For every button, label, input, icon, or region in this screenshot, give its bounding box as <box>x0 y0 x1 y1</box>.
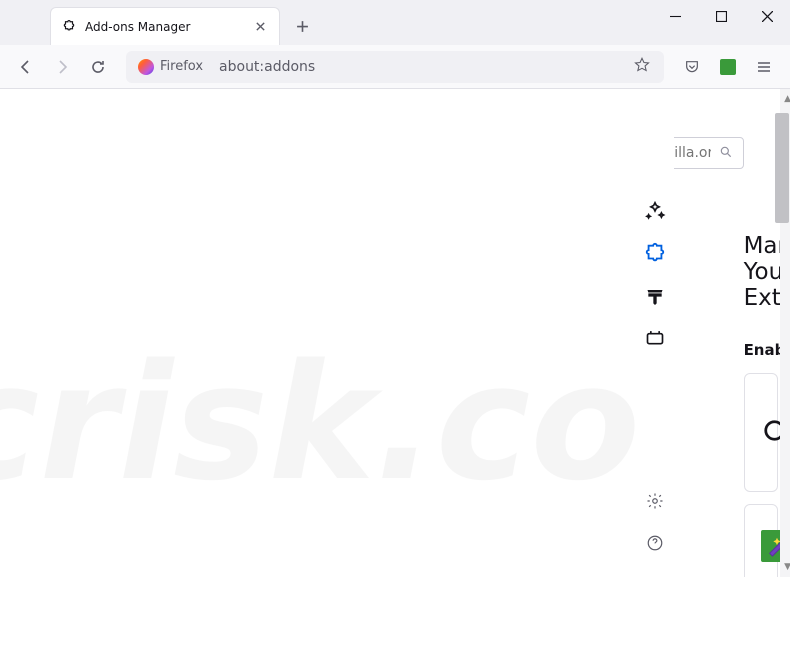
firefox-icon <box>138 59 154 75</box>
recommendations-icon[interactable] <box>641 197 669 225</box>
scrollbar-thumb[interactable] <box>775 113 789 223</box>
pocket-icon[interactable] <box>676 51 708 83</box>
addons-search-box[interactable] <box>674 137 744 169</box>
extensions-icon[interactable] <box>641 239 669 267</box>
forward-button[interactable] <box>46 51 78 83</box>
addons-main: Find more add-ons Manage Your Extensions… <box>674 89 780 577</box>
magnifier-icon <box>761 417 780 449</box>
help-icon[interactable] <box>641 529 669 557</box>
settings-icon[interactable] <box>641 487 669 515</box>
extension-card[interactable]: Template Search This add-on requests per… <box>744 504 778 577</box>
tab-title: Add-ons Manager <box>85 20 243 34</box>
watermark: pcrisk.com <box>0 178 637 666</box>
scroll-up-icon[interactable]: ▲ <box>780 91 790 107</box>
browser-tab[interactable]: Add-ons Manager <box>50 7 280 45</box>
reload-button[interactable] <box>82 51 114 83</box>
extension-card[interactable]: Freshy Newtab and Search This add-on req… <box>744 373 778 492</box>
template-search-icon <box>761 530 780 562</box>
bookmark-star-icon[interactable] <box>630 53 654 81</box>
app-menu-button[interactable] <box>748 51 780 83</box>
url-text: about:addons <box>219 59 622 75</box>
identity-box[interactable]: Firefox <box>136 57 211 77</box>
addons-search-input[interactable] <box>674 145 711 161</box>
pinned-extension-icon[interactable] <box>712 51 744 83</box>
close-tab-button[interactable] <box>251 18 269 36</box>
puzzle-icon <box>61 19 77 35</box>
vertical-scrollbar[interactable]: ▲ ▼ <box>780 89 790 577</box>
plugins-icon[interactable] <box>641 323 669 351</box>
title-bar: Add-ons Manager <box>0 0 790 45</box>
maximize-button[interactable] <box>698 0 744 32</box>
url-bar[interactable]: Firefox about:addons <box>126 51 664 83</box>
page-title: Manage Your Extensions <box>744 233 780 311</box>
window-controls <box>652 0 790 32</box>
addons-sidebar <box>637 89 674 577</box>
minimize-button[interactable] <box>652 0 698 32</box>
search-icon <box>719 144 733 163</box>
new-tab-button[interactable] <box>286 10 318 42</box>
identity-label: Firefox <box>160 59 203 74</box>
close-window-button[interactable] <box>744 0 790 32</box>
scroll-down-icon[interactable]: ▼ <box>780 559 790 575</box>
themes-icon[interactable] <box>641 281 669 309</box>
browser-toolbar: Firefox about:addons <box>0 45 790 89</box>
back-button[interactable] <box>10 51 42 83</box>
